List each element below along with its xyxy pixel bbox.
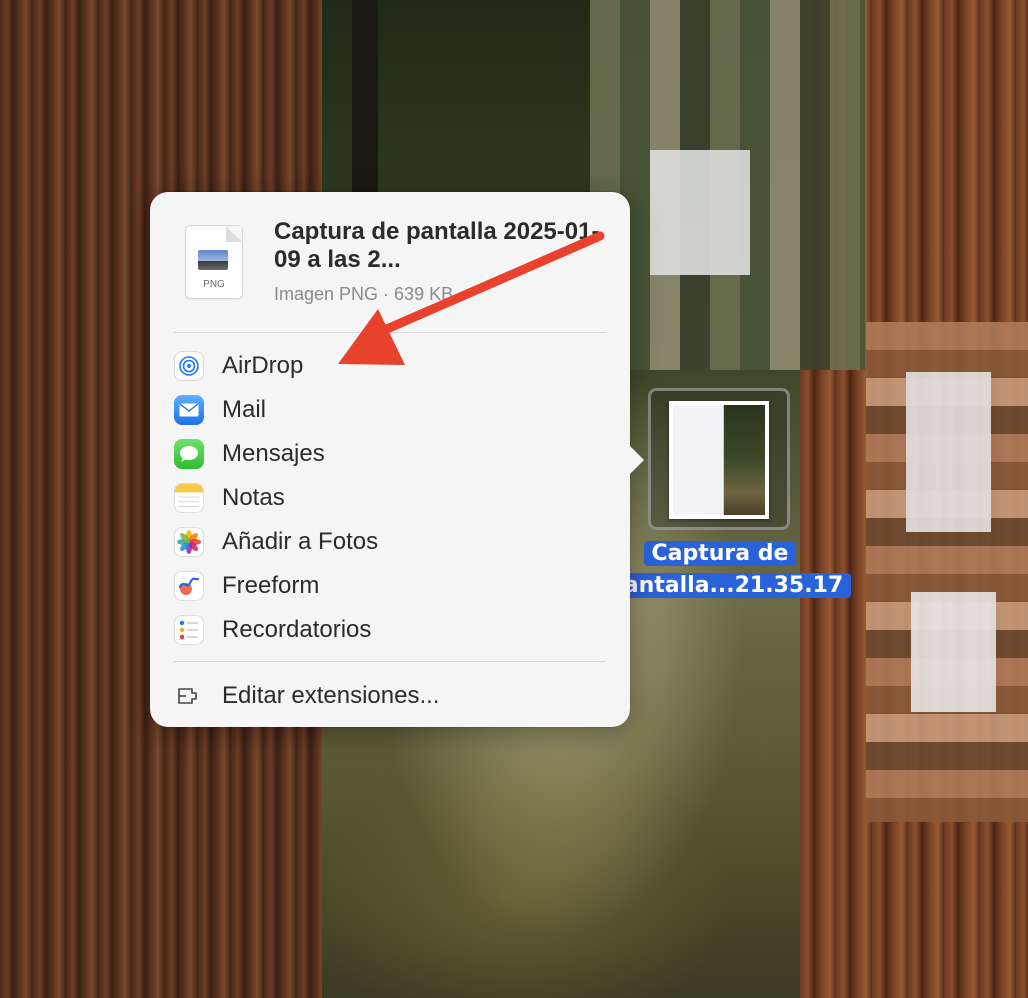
- share-item-mail[interactable]: Mail: [150, 388, 630, 432]
- share-item-label: Notas: [222, 484, 285, 511]
- airdrop-icon: [174, 351, 204, 381]
- extensions-icon: [174, 681, 204, 711]
- notes-icon: [174, 483, 204, 513]
- share-menu: AirDrop Mail Mensajes Notas Añadir a Fot…: [150, 344, 630, 652]
- file-extension-label: PNG: [203, 279, 225, 290]
- desktop-file-thumbnail: [669, 401, 769, 519]
- desktop-file-icon[interactable]: [648, 388, 790, 530]
- edit-extensions-label: Editar extensiones...: [222, 682, 440, 709]
- photos-icon: [174, 527, 204, 557]
- mail-icon: [174, 395, 204, 425]
- reminders-icon: [174, 615, 204, 645]
- share-popover: PNG Captura de pantalla 2025-01-09 a las…: [150, 192, 644, 727]
- edit-extensions-button[interactable]: Editar extensiones...: [174, 676, 439, 716]
- share-item-notes[interactable]: Notas: [150, 476, 630, 520]
- file-title: Captura de pantalla 2025-01-09 a las 2..…: [274, 218, 600, 273]
- divider: [174, 661, 606, 662]
- share-item-freeform[interactable]: Freeform: [150, 564, 630, 608]
- share-item-label: Recordatorios: [222, 616, 372, 643]
- desktop-file-label[interactable]: Captura de pantalla...21.35.17: [600, 538, 852, 602]
- desktop-file-label-line2: pantalla...21.35.17: [600, 573, 852, 598]
- share-item-reminders[interactable]: Recordatorios: [150, 608, 630, 652]
- share-item-label: AirDrop: [222, 352, 304, 379]
- popover-beak: [628, 444, 644, 476]
- tree-trunk-middle: [352, 0, 378, 200]
- png-file-icon: PNG: [186, 226, 242, 298]
- freeform-icon: [174, 571, 204, 601]
- messages-icon: [174, 439, 204, 469]
- share-item-photos[interactable]: Añadir a Fotos: [150, 520, 630, 564]
- pixelated-region-right: [866, 322, 1028, 822]
- share-item-label: Mail: [222, 396, 267, 423]
- share-item-label: Mensajes: [222, 440, 325, 467]
- pixelated-region-top: [590, 0, 865, 370]
- file-meta: Imagen PNG · 639 KB: [274, 284, 454, 304]
- share-item-airdrop[interactable]: AirDrop: [150, 344, 630, 388]
- divider: [174, 332, 606, 333]
- share-item-label: Añadir a Fotos: [222, 528, 379, 555]
- desktop-file-label-line1: Captura de: [643, 541, 797, 566]
- share-item-messages[interactable]: Mensajes: [150, 432, 630, 476]
- share-item-label: Freeform: [222, 572, 320, 599]
- share-header: PNG Captura de pantalla 2025-01-09 a las…: [150, 192, 630, 332]
